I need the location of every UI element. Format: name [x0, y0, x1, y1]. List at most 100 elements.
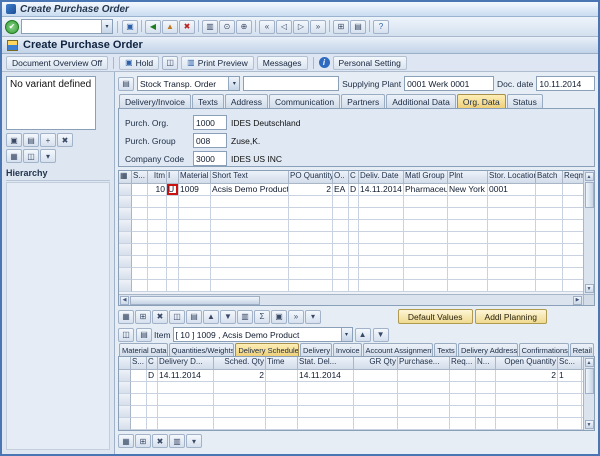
column-header[interactable]: S...: [131, 357, 147, 370]
horizontal-scrollbar[interactable]: ◀ ▶: [119, 294, 583, 305]
next-item-icon[interactable]: ▼: [373, 328, 389, 342]
copy-icon[interactable]: ◫: [162, 56, 178, 70]
tab-status[interactable]: Status: [507, 94, 543, 108]
scroll-up-icon[interactable]: ▲: [585, 358, 594, 367]
cell-po-quantity[interactable]: 2: [289, 184, 333, 196]
cell-reqmt-no[interactable]: [563, 184, 583, 196]
column-header[interactable]: PO Quantity: [289, 171, 333, 184]
copy-row-icon[interactable]: ◫: [169, 310, 185, 324]
chevron-down-icon[interactable]: ▾: [341, 328, 352, 341]
column-header[interactable]: ▦: [119, 171, 132, 184]
schedule-row[interactable]: D 14.11.2014 2 14.11.2014 2 1: [119, 370, 583, 382]
column-header[interactable]: S...: [132, 171, 148, 184]
column-header[interactable]: Material: [179, 171, 211, 184]
column-header[interactable]: Delivery D...: [158, 357, 214, 370]
cell-order-unit[interactable]: EA: [333, 184, 349, 196]
column-header[interactable]: I: [167, 171, 179, 184]
item-row[interactable]: 10 U 1009 Acsis Demo Product 2 EA D 14.1…: [119, 184, 583, 196]
tab-address[interactable]: Address: [225, 94, 268, 108]
cell-stat-del[interactable]: 14.11.2014: [298, 370, 354, 382]
first-page-icon[interactable]: «: [259, 20, 275, 34]
variant-delete-icon[interactable]: ✖: [57, 133, 73, 147]
item-select[interactable]: [ 10 ] 1009 , Acsis Demo Product ▾: [173, 327, 353, 342]
table-row-empty[interactable]: [119, 208, 583, 220]
tree-options-icon[interactable]: ▾: [40, 149, 56, 163]
filter-icon[interactable]: ▥: [237, 310, 253, 324]
tab-material-data[interactable]: Material Data: [119, 343, 168, 356]
tab-delivery-address[interactable]: Delivery Address: [458, 343, 518, 356]
cell-status[interactable]: [131, 370, 147, 382]
column-header[interactable]: [119, 357, 131, 370]
create-shortcut-icon[interactable]: ▤: [350, 20, 366, 34]
cell-gr-qty[interactable]: [354, 370, 398, 382]
column-header[interactable]: Stor. Location: [488, 171, 536, 184]
chevron-down-icon[interactable]: ▾: [228, 77, 239, 90]
column-header[interactable]: C: [147, 357, 158, 370]
export-icon[interactable]: »: [288, 310, 304, 324]
separator[interactable]: [198, 20, 199, 32]
more-icon[interactable]: ▾: [305, 310, 321, 324]
cell-matl-group[interactable]: Pharmaceuti: [404, 184, 448, 196]
back-icon[interactable]: ◀: [145, 20, 161, 34]
variant-save-icon[interactable]: ▣: [6, 133, 22, 147]
tree-expand-icon[interactable]: ▦: [6, 149, 22, 163]
cell-cat[interactable]: D: [147, 370, 158, 382]
scroll-up-icon[interactable]: ▲: [585, 172, 594, 181]
cell-purchase[interactable]: [398, 370, 450, 382]
column-header[interactable]: Sc...: [558, 357, 582, 370]
detail-more-icon[interactable]: ▾: [186, 434, 202, 448]
print-icon[interactable]: ▥: [202, 20, 218, 34]
scroll-right-icon[interactable]: ▶: [573, 296, 582, 305]
help-icon[interactable]: ?: [373, 20, 389, 34]
scrollbar-thumb[interactable]: [585, 368, 594, 394]
tab-retail[interactable]: Retail: [570, 343, 594, 356]
org-code-field[interactable]: 008: [193, 133, 227, 148]
separator[interactable]: [255, 20, 256, 32]
table-row-empty[interactable]: [119, 406, 583, 418]
scroll-down-icon[interactable]: ▼: [585, 284, 594, 293]
info-icon[interactable]: i: [319, 57, 330, 68]
cell-stor-location[interactable]: 0001: [488, 184, 536, 196]
detail-delete-row-icon[interactable]: ✖: [152, 434, 168, 448]
tab-communication[interactable]: Communication: [269, 94, 340, 108]
column-header[interactable]: Open Quantity: [496, 357, 558, 370]
collapse-detail-icon[interactable]: ◫: [118, 328, 134, 342]
tab-delivery-schedule[interactable]: Delivery Schedule: [235, 343, 299, 356]
cell-cat[interactable]: D: [349, 184, 359, 196]
separator[interactable]: [329, 20, 330, 32]
expand-detail-icon[interactable]: ▤: [136, 328, 152, 342]
column-header[interactable]: Short Text: [211, 171, 289, 184]
cell-sched-qty[interactable]: 2: [214, 370, 266, 382]
column-header[interactable]: Deliv. Date: [359, 171, 404, 184]
enter-icon[interactable]: ✔: [5, 20, 19, 34]
vertical-scrollbar[interactable]: ▲ ▼: [583, 171, 594, 294]
previous-item-icon[interactable]: ▲: [355, 328, 371, 342]
cell-deliv-date[interactable]: 14.11.2014: [359, 184, 404, 196]
chevron-down-icon[interactable]: ▾: [101, 20, 112, 33]
table-row-empty[interactable]: [119, 232, 583, 244]
window-titlebar[interactable]: Create Purchase Order: [2, 2, 598, 17]
doc-date-field[interactable]: 10.11.2014: [536, 76, 595, 91]
separator[interactable]: [141, 20, 142, 32]
column-header[interactable]: GR Qty: [354, 357, 398, 370]
print-table-icon[interactable]: ▣: [271, 310, 287, 324]
delete-row-icon[interactable]: ✖: [152, 310, 168, 324]
save-icon[interactable]: ▣: [122, 20, 138, 34]
hold-button[interactable]: ▣Hold: [119, 56, 159, 70]
table-row-empty[interactable]: [119, 244, 583, 256]
select-all-icon[interactable]: ▤: [186, 310, 202, 324]
cell-batch[interactable]: [536, 184, 563, 196]
default-values-button[interactable]: Default Values: [398, 309, 473, 324]
cell-req[interactable]: [450, 370, 476, 382]
column-header[interactable]: Plnt: [448, 171, 488, 184]
column-header[interactable]: Itm: [148, 171, 167, 184]
cell-open-quantity[interactable]: 2: [496, 370, 558, 382]
tab-delivery[interactable]: Delivery: [300, 343, 332, 356]
table-row-empty[interactable]: [119, 220, 583, 232]
scrollbar-thumb[interactable]: [585, 182, 594, 208]
vertical-scrollbar[interactable]: ▲ ▼: [583, 357, 594, 430]
cell-itm[interactable]: 10: [148, 184, 167, 196]
column-header[interactable]: Purchase...: [398, 357, 450, 370]
print-preview-button[interactable]: ▥Print Preview: [181, 56, 254, 70]
messages-button[interactable]: Messages: [257, 56, 308, 70]
